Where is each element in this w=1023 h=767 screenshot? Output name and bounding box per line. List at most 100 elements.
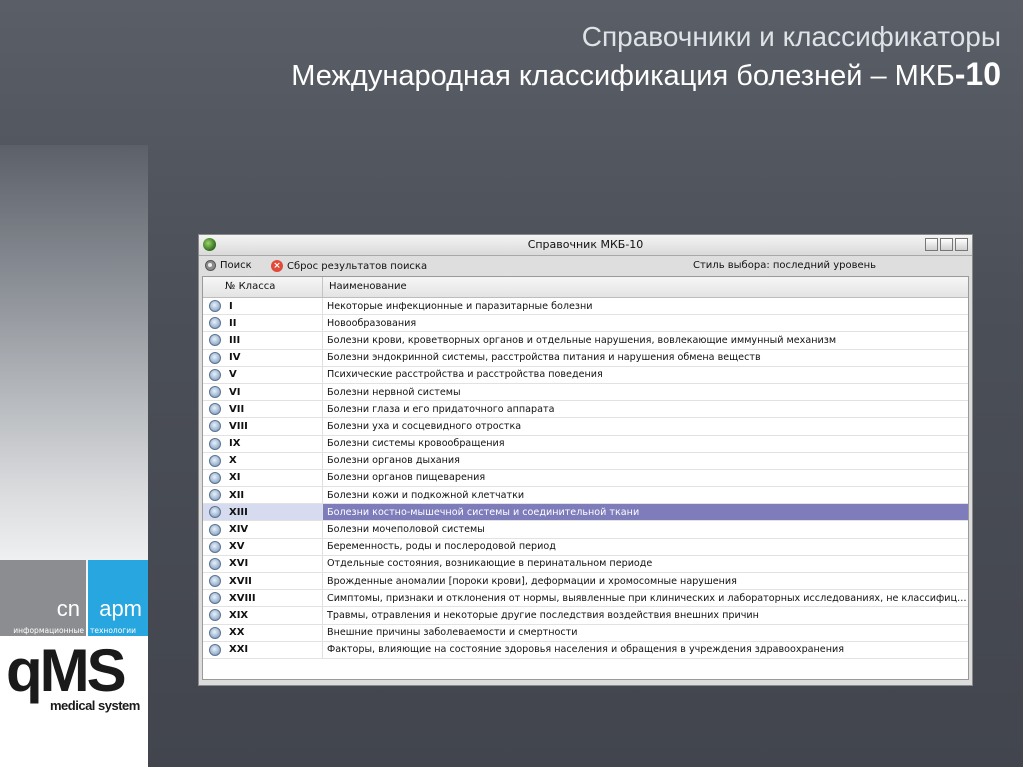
search-button[interactable]: Поиск xyxy=(205,260,252,271)
minimize-button[interactable] xyxy=(925,238,938,251)
class-number: XIV xyxy=(229,524,249,536)
table-row[interactable]: XVII Врожденные аномалии [пороки крови], … xyxy=(203,573,968,591)
class-number-cell: XVII xyxy=(203,573,323,590)
class-number-cell: XVI xyxy=(203,555,323,572)
class-number-cell: I xyxy=(203,298,323,315)
table-row[interactable]: XVI Отдельные состояния, возникающие в пе… xyxy=(203,555,968,573)
window-controls xyxy=(925,238,968,251)
expand-node-icon[interactable] xyxy=(209,523,221,536)
class-name-cell: Болезни органов пищеварения xyxy=(327,472,486,484)
table-row[interactable]: XVIII Симптомы, признаки и отклонения от … xyxy=(203,590,968,608)
expand-node-icon[interactable] xyxy=(209,317,221,330)
slide-title-line2: Международная классификация болезней – М… xyxy=(291,54,1001,96)
table-row[interactable]: VII Болезни глаза и его придаточного аппа… xyxy=(203,401,968,419)
search-icon xyxy=(205,260,216,271)
expand-node-icon[interactable] xyxy=(209,626,221,639)
class-name-cell: Врожденные аномалии [пороки крови], дефо… xyxy=(327,575,737,587)
expand-node-icon[interactable] xyxy=(209,403,221,416)
class-number: VIII xyxy=(229,420,248,432)
class-number-cell: XIV xyxy=(203,521,323,538)
class-name-cell: Симптомы, признаки и отклонения от нормы… xyxy=(327,592,968,604)
reset-search-button[interactable]: × Сброс результатов поиска xyxy=(271,260,427,272)
table-row[interactable]: IV Болезни эндокринной системы, расстройс… xyxy=(203,349,968,367)
class-number: VI xyxy=(229,386,241,398)
expand-node-icon[interactable] xyxy=(209,557,221,570)
class-name-cell: Факторы, влияющие на состояние здоровья … xyxy=(327,644,844,656)
class-name-cell: Болезни крови, кроветворных органов и от… xyxy=(327,334,837,346)
expand-node-icon[interactable] xyxy=(209,368,221,381)
reset-icon: × xyxy=(271,260,283,272)
qms-logo-subtitle: medical system xyxy=(50,698,140,713)
class-number: V xyxy=(229,369,237,381)
class-number: XVIII xyxy=(229,592,256,604)
class-name-cell: Болезни системы кровообращения xyxy=(327,438,505,450)
table-row[interactable]: XIII Болезни костно-мышечной системы и со… xyxy=(203,504,968,522)
class-name-cell: Болезни мочеполовой системы xyxy=(327,524,485,536)
table-row[interactable]: XX Внешние причины заболеваемости и смерт… xyxy=(203,624,968,642)
classes-table: № Класса Наименование I Некоторые инфекци… xyxy=(202,276,969,680)
expand-node-icon[interactable] xyxy=(209,489,221,502)
expand-node-icon[interactable] xyxy=(209,506,221,519)
class-name-cell: Болезни нервной системы xyxy=(327,386,461,398)
class-number-cell: III xyxy=(203,332,323,349)
column-header-class-number[interactable]: № Класса xyxy=(203,277,323,297)
window-title: Справочник МКБ-10 xyxy=(527,238,644,251)
class-number-cell: IX xyxy=(203,435,323,452)
class-number-cell: XI xyxy=(203,469,323,487)
cn-logo-caption: информационные xyxy=(13,626,84,635)
table-row[interactable]: II Новообразования xyxy=(203,315,968,333)
table-row[interactable]: X Болезни органов дыхания xyxy=(203,452,968,470)
class-name-cell: Психические расстройства и расстройства … xyxy=(327,369,603,381)
expand-node-icon[interactable] xyxy=(209,540,221,553)
table-row[interactable]: XIV Болезни мочеполовой системы xyxy=(203,521,968,539)
expand-node-icon[interactable] xyxy=(209,351,221,364)
search-label: Поиск xyxy=(220,260,252,271)
window-titlebar[interactable]: Справочник МКБ-10 xyxy=(199,235,972,256)
slide-title-line1: Справочники и классификаторы xyxy=(581,21,1001,52)
table-row[interactable]: XIX Травмы, отравления и некоторые другие… xyxy=(203,607,968,625)
cn-logo-text: cn xyxy=(56,596,80,621)
class-name-cell: Некоторые инфекционные и паразитарные бо… xyxy=(327,300,593,312)
reset-search-label: Сброс результатов поиска xyxy=(287,260,428,272)
class-number: XII xyxy=(229,489,245,501)
class-number-cell: V xyxy=(203,366,323,383)
class-number-cell: VI xyxy=(203,383,323,401)
expand-node-icon[interactable] xyxy=(209,609,221,622)
expand-node-icon[interactable] xyxy=(209,334,221,347)
expand-node-icon[interactable] xyxy=(209,592,221,605)
table-row[interactable]: XII Болезни кожи и подкожной клетчатки xyxy=(203,487,968,505)
table-row[interactable]: XV Беременность, роды и послеродовой пери… xyxy=(203,538,968,556)
table-row[interactable]: V Психические расстройства и расстройства… xyxy=(203,366,968,384)
class-number-cell: XIX xyxy=(203,607,323,624)
cn-logo: cn информационные xyxy=(0,560,86,636)
class-name-cell: Беременность, роды и послеродовой период xyxy=(327,541,556,553)
class-number-cell: IV xyxy=(203,349,323,366)
expand-node-icon[interactable] xyxy=(209,300,221,313)
maximize-button[interactable] xyxy=(940,238,953,251)
class-name-cell: Травмы, отравления и некоторые другие по… xyxy=(327,609,759,621)
table-row[interactable]: I Некоторые инфекционные и паразитарные б… xyxy=(203,298,968,316)
class-number-cell: XII xyxy=(203,487,323,504)
table-row[interactable]: IX Болезни системы кровообращения xyxy=(203,435,968,453)
table-row[interactable]: XXI Факторы, влияющие на состояние здоров… xyxy=(203,641,968,659)
column-header-name[interactable]: Наименование xyxy=(323,277,968,297)
expand-node-icon[interactable] xyxy=(209,420,221,433)
class-number: XIX xyxy=(229,609,249,621)
class-number: X xyxy=(229,455,237,467)
expand-node-icon[interactable] xyxy=(209,471,221,484)
qms-logo-text: qMS xyxy=(6,637,127,704)
table-row[interactable]: VI Болезни нервной системы xyxy=(203,383,968,402)
table-row[interactable]: XI Болезни органов пищеварения xyxy=(203,469,968,488)
close-button[interactable] xyxy=(955,238,968,251)
class-number: XVII xyxy=(229,575,252,587)
expand-node-icon[interactable] xyxy=(209,386,221,399)
class-name-cell: Отдельные состояния, возникающие в перин… xyxy=(327,558,653,570)
expand-node-icon[interactable] xyxy=(209,575,221,588)
apm-logo: apm технологии xyxy=(88,560,148,636)
apm-logo-text: apm xyxy=(99,596,142,621)
expand-node-icon[interactable] xyxy=(209,454,221,467)
table-row[interactable]: VIII Болезни уха и сосцевидного отростка xyxy=(203,418,968,436)
expand-node-icon[interactable] xyxy=(209,437,221,450)
table-row[interactable]: III Болезни крови, кроветворных органов и… xyxy=(203,332,968,350)
expand-node-icon[interactable] xyxy=(209,643,221,656)
